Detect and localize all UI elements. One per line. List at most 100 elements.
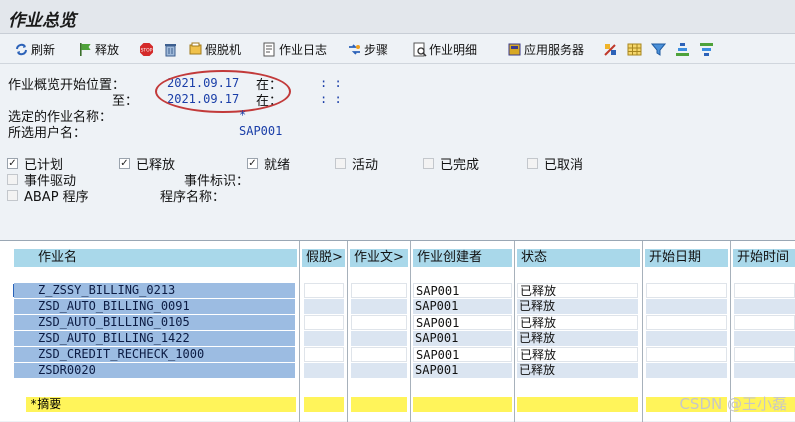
job-name-cell[interactable]: ZSD_AUTO_BILLING_0105 [14,315,295,330]
job-details-button[interactable]: 作业明细 [412,40,477,58]
job-name-cell[interactable]: ZSD_AUTO_BILLING_1422 [14,331,295,346]
summary-row-label: *摘要 [26,397,296,412]
job-name-cell[interactable]: ZSD_CREDIT_RECHECK_1000 [14,347,295,362]
delete-button[interactable] [163,40,180,58]
summary-cell [517,397,638,412]
column-header-start-time[interactable]: 开始时间 [733,249,795,267]
released-checkbox[interactable]: ✓ 已释放 [119,154,175,173]
ready-checkbox[interactable]: ✓ 就绪 [247,154,290,173]
checkbox-box: ✓ [7,158,18,169]
creator-cell: SAP001 [413,363,512,378]
watermark: CSDN @王小磊 [679,395,787,413]
grid-icon [627,42,642,57]
column-header-start-date[interactable]: 开始日期 [645,249,728,267]
checkbox-box [7,174,18,185]
sort-descending-icon [699,42,714,57]
table-view-button[interactable] [627,40,644,58]
status-cell: 已释放 [517,315,638,330]
change-layout-button[interactable] [603,40,620,58]
checkbox-box [335,158,346,169]
creator-cell: SAP001 [413,299,512,314]
creator-cell: SAP001 [413,283,512,298]
spool-cell [304,283,344,298]
start-time-cell [734,363,795,378]
details-icon [412,42,427,57]
job-doc-cell [351,331,407,346]
start-date-cell [646,331,727,346]
stop-icon: STOP [139,42,154,57]
job-doc-cell [351,283,407,298]
column-separator [347,241,348,422]
start-time-field[interactable]: : : [320,76,342,90]
end-time-field[interactable]: : : [320,92,342,106]
status-cell: 已释放 [517,347,638,362]
app-server-button[interactable]: 应用服务器 [507,40,584,58]
column-separator [299,241,300,422]
spool-button[interactable]: 假脱机 [188,40,241,58]
spool-cell [304,347,344,362]
job-name-cell[interactable]: ZSD_AUTO_BILLING_0091 [14,299,295,314]
checkbox-box [527,158,538,169]
column-header-job-doc[interactable]: 作业文> [350,249,408,267]
column-separator [514,241,515,422]
column-header-creator[interactable]: 作业创建者 [413,249,512,267]
sort-ascending-icon [675,42,690,57]
spool-cell [304,331,344,346]
svg-text:STOP: STOP [141,47,153,53]
refresh-icon [14,42,29,57]
program-name-label: 程序名称： [160,190,226,205]
toolbar: 刷新 释放 STOP 假脱机 作业日志 步骤 作业明细 应用服务器 [0,34,795,64]
jobs-table: 作业名 假脱> 作业文> 作业创建者 状态 开始日期 开始时间 Z_ZSSY_B… [0,240,795,422]
job-log-button[interactable]: 作业日志 [262,40,327,58]
edit-layout-icon [603,42,618,57]
finished-checkbox[interactable]: 已完成 [423,154,479,173]
user-name-label: 所选用户名： [8,126,87,141]
status-cell: 已释放 [517,363,638,378]
page-title: 作业总览 [8,11,76,31]
refresh-button[interactable]: 刷新 [14,40,55,58]
sort-ascending-button[interactable] [675,40,692,58]
stop-button[interactable]: STOP [139,40,156,58]
job-doc-cell [351,315,407,330]
start-position-label: 作业概览开始位置： [8,78,126,93]
step-button[interactable]: 步骤 [347,40,388,58]
user-name-field[interactable]: SAP001 [239,124,282,138]
step-icon [347,42,362,57]
job-name-field[interactable]: * [239,108,246,122]
start-date-cell [646,347,727,362]
start-time-cell [734,299,795,314]
status-cell: 已释放 [517,331,638,346]
checkbox-box [7,190,18,201]
job-doc-cell [351,347,407,362]
creator-cell: SAP001 [413,331,512,346]
start-time-cell [734,347,795,362]
job-doc-cell [351,363,407,378]
summary-cell [304,397,344,412]
summary-cell [351,397,407,412]
title-bar: 作业总览 [0,0,795,34]
spool-icon [188,42,203,57]
canceled-checkbox[interactable]: 已取消 [527,154,583,173]
column-header-job-name[interactable]: 作业名 [14,249,297,267]
spool-cell [304,315,344,330]
start-date-cell [646,363,727,378]
release-button[interactable]: 释放 [78,40,119,58]
summary-cell [413,397,512,412]
active-checkbox[interactable]: 活动 [335,154,378,173]
job-name-cell[interactable]: ZSDR0020 [14,363,295,378]
filter-icon [650,42,667,57]
sort-descending-button[interactable] [699,40,716,58]
start-date-cell [646,299,727,314]
job-name-cell[interactable]: Z_ZSSY_BILLING_0213 [14,283,295,298]
filter-button[interactable] [650,40,668,58]
spool-cell [304,363,344,378]
checkbox-box: ✓ [247,158,258,169]
start-date-cell [646,283,727,298]
checkbox-box [423,158,434,169]
column-header-spool[interactable]: 假脱> [302,249,345,267]
start-time-cell [734,315,795,330]
status-cell: 已释放 [517,283,638,298]
column-header-status[interactable]: 状态 [517,249,640,267]
status-cell: 已释放 [517,299,638,314]
abap-program-checkbox[interactable]: ABAP 程序 [7,186,89,205]
